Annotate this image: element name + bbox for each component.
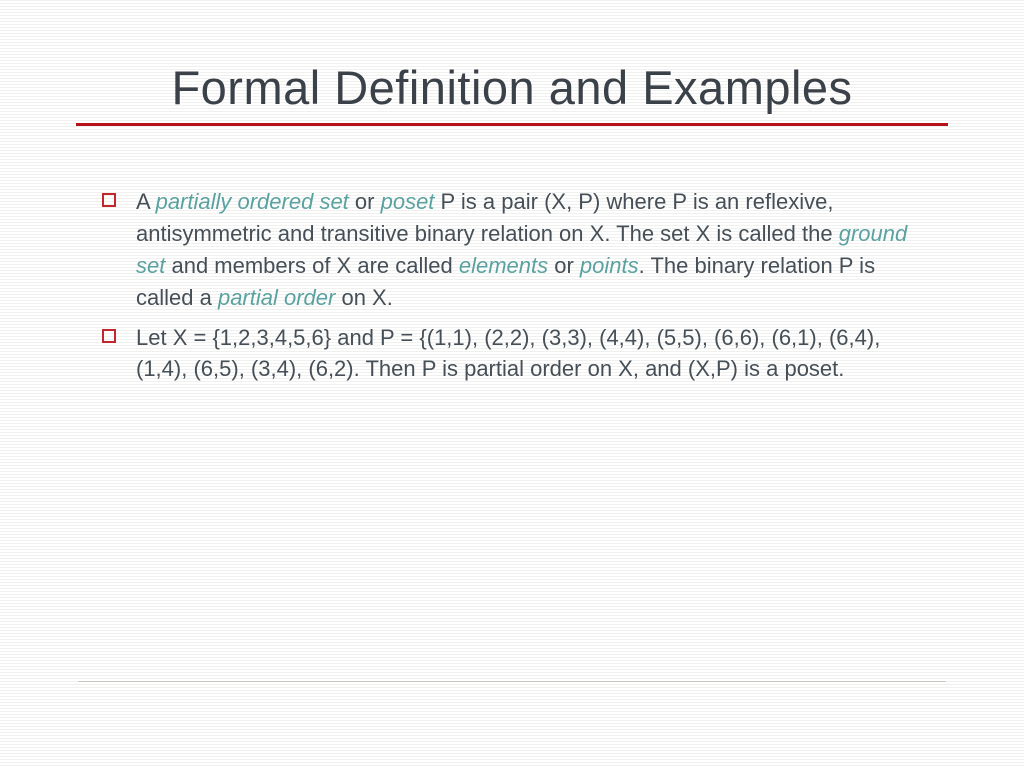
bullet-item: Let X = {1,2,3,4,5,6} and P = {(1,1), (2… — [96, 322, 928, 386]
slide-title: Formal Definition and Examples — [68, 60, 956, 115]
footer-rule — [78, 681, 946, 682]
slide-body: A partially ordered set or poset P is a … — [96, 186, 928, 385]
bullet-list: A partially ordered set or poset P is a … — [96, 186, 928, 385]
body-text: on X. — [335, 285, 392, 310]
title-underline — [76, 123, 948, 126]
term-text: partial order — [218, 285, 335, 310]
term-text: poset — [381, 189, 435, 214]
body-text: and members of X are called — [165, 253, 458, 278]
body-text: or — [548, 253, 580, 278]
slide: Formal Definition and Examples A partial… — [0, 0, 1024, 768]
body-text: Let X = {1,2,3,4,5,6} and P = {(1,1), (2… — [136, 325, 880, 382]
body-text: or — [349, 189, 381, 214]
body-text: A — [136, 189, 156, 214]
bullet-item: A partially ordered set or poset P is a … — [96, 186, 928, 314]
term-text: partially ordered set — [156, 189, 349, 214]
term-text: points — [580, 253, 639, 278]
term-text: elements — [459, 253, 548, 278]
